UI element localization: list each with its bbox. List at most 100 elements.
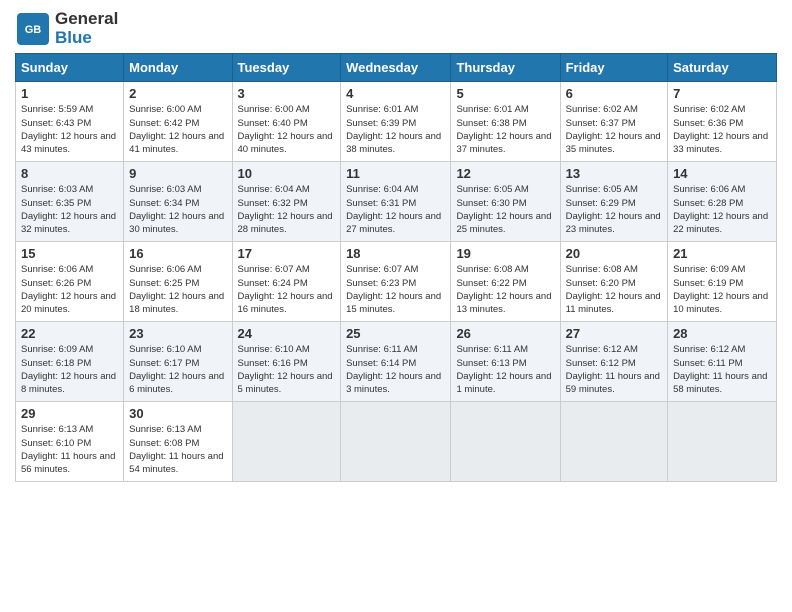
calendar-cell: 22 Sunrise: 6:09 AM Sunset: 6:18 PM Dayl… <box>16 322 124 402</box>
day-number: 8 <box>21 166 118 181</box>
day-info: Sunrise: 6:10 AM Sunset: 6:17 PM Dayligh… <box>129 343 226 396</box>
calendar-cell: 27 Sunrise: 6:12 AM Sunset: 6:12 PM Dayl… <box>560 322 667 402</box>
calendar-cell: 20 Sunrise: 6:08 AM Sunset: 6:20 PM Dayl… <box>560 242 667 322</box>
day-info: Sunrise: 6:11 AM Sunset: 6:14 PM Dayligh… <box>346 343 445 396</box>
day-info: Sunrise: 6:01 AM Sunset: 6:38 PM Dayligh… <box>456 103 554 156</box>
calendar-row: 8 Sunrise: 6:03 AM Sunset: 6:35 PM Dayli… <box>16 162 777 242</box>
svg-text:GB: GB <box>25 24 42 36</box>
calendar-cell: 6 Sunrise: 6:02 AM Sunset: 6:37 PM Dayli… <box>560 82 667 162</box>
day-info: Sunrise: 6:09 AM Sunset: 6:18 PM Dayligh… <box>21 343 118 396</box>
calendar-cell <box>451 402 560 482</box>
day-number: 14 <box>673 166 771 181</box>
calendar-cell: 14 Sunrise: 6:06 AM Sunset: 6:28 PM Dayl… <box>668 162 777 242</box>
day-number: 12 <box>456 166 554 181</box>
day-number: 25 <box>346 326 445 341</box>
day-number: 16 <box>129 246 226 261</box>
calendar-cell: 9 Sunrise: 6:03 AM Sunset: 6:34 PM Dayli… <box>124 162 232 242</box>
day-info: Sunrise: 6:00 AM Sunset: 6:40 PM Dayligh… <box>238 103 336 156</box>
calendar-row: 1 Sunrise: 5:59 AM Sunset: 6:43 PM Dayli… <box>16 82 777 162</box>
day-number: 15 <box>21 246 118 261</box>
day-info: Sunrise: 6:06 AM Sunset: 6:25 PM Dayligh… <box>129 263 226 316</box>
weekday-header-cell: Wednesday <box>341 54 451 82</box>
day-info: Sunrise: 6:08 AM Sunset: 6:20 PM Dayligh… <box>566 263 662 316</box>
logo: GB General Blue <box>15 10 118 47</box>
calendar-cell: 5 Sunrise: 6:01 AM Sunset: 6:38 PM Dayli… <box>451 82 560 162</box>
day-number: 4 <box>346 86 445 101</box>
logo-text: General <box>55 10 118 29</box>
day-number: 28 <box>673 326 771 341</box>
day-info: Sunrise: 6:13 AM Sunset: 6:08 PM Dayligh… <box>129 423 226 476</box>
calendar-cell <box>560 402 667 482</box>
calendar-row: 22 Sunrise: 6:09 AM Sunset: 6:18 PM Dayl… <box>16 322 777 402</box>
day-info: Sunrise: 6:13 AM Sunset: 6:10 PM Dayligh… <box>21 423 118 476</box>
calendar-cell: 15 Sunrise: 6:06 AM Sunset: 6:26 PM Dayl… <box>16 242 124 322</box>
calendar-cell: 30 Sunrise: 6:13 AM Sunset: 6:08 PM Dayl… <box>124 402 232 482</box>
calendar-cell: 7 Sunrise: 6:02 AM Sunset: 6:36 PM Dayli… <box>668 82 777 162</box>
logo-blue-text: Blue <box>55 29 118 48</box>
day-number: 7 <box>673 86 771 101</box>
calendar-cell <box>341 402 451 482</box>
calendar-cell: 12 Sunrise: 6:05 AM Sunset: 6:30 PM Dayl… <box>451 162 560 242</box>
day-info: Sunrise: 6:05 AM Sunset: 6:30 PM Dayligh… <box>456 183 554 236</box>
day-number: 20 <box>566 246 662 261</box>
day-number: 18 <box>346 246 445 261</box>
calendar-cell: 18 Sunrise: 6:07 AM Sunset: 6:23 PM Dayl… <box>341 242 451 322</box>
day-info: Sunrise: 6:02 AM Sunset: 6:37 PM Dayligh… <box>566 103 662 156</box>
day-number: 19 <box>456 246 554 261</box>
day-number: 9 <box>129 166 226 181</box>
calendar-cell: 23 Sunrise: 6:10 AM Sunset: 6:17 PM Dayl… <box>124 322 232 402</box>
calendar-cell <box>668 402 777 482</box>
day-info: Sunrise: 6:11 AM Sunset: 6:13 PM Dayligh… <box>456 343 554 396</box>
day-number: 23 <box>129 326 226 341</box>
day-number: 29 <box>21 406 118 421</box>
day-number: 27 <box>566 326 662 341</box>
calendar-table: SundayMondayTuesdayWednesdayThursdayFrid… <box>15 53 777 482</box>
day-number: 17 <box>238 246 336 261</box>
day-info: Sunrise: 6:08 AM Sunset: 6:22 PM Dayligh… <box>456 263 554 316</box>
calendar-cell: 10 Sunrise: 6:04 AM Sunset: 6:32 PM Dayl… <box>232 162 341 242</box>
day-info: Sunrise: 6:02 AM Sunset: 6:36 PM Dayligh… <box>673 103 771 156</box>
day-info: Sunrise: 6:04 AM Sunset: 6:32 PM Dayligh… <box>238 183 336 236</box>
calendar-row: 29 Sunrise: 6:13 AM Sunset: 6:10 PM Dayl… <box>16 402 777 482</box>
weekday-header-cell: Friday <box>560 54 667 82</box>
day-info: Sunrise: 5:59 AM Sunset: 6:43 PM Dayligh… <box>21 103 118 156</box>
day-info: Sunrise: 6:05 AM Sunset: 6:29 PM Dayligh… <box>566 183 662 236</box>
calendar-cell: 11 Sunrise: 6:04 AM Sunset: 6:31 PM Dayl… <box>341 162 451 242</box>
weekday-header-cell: Tuesday <box>232 54 341 82</box>
day-number: 26 <box>456 326 554 341</box>
day-info: Sunrise: 6:12 AM Sunset: 6:11 PM Dayligh… <box>673 343 771 396</box>
weekday-header-cell: Saturday <box>668 54 777 82</box>
calendar-cell: 21 Sunrise: 6:09 AM Sunset: 6:19 PM Dayl… <box>668 242 777 322</box>
weekday-header-cell: Sunday <box>16 54 124 82</box>
day-info: Sunrise: 6:12 AM Sunset: 6:12 PM Dayligh… <box>566 343 662 396</box>
day-number: 24 <box>238 326 336 341</box>
calendar-cell: 29 Sunrise: 6:13 AM Sunset: 6:10 PM Dayl… <box>16 402 124 482</box>
weekday-header-cell: Thursday <box>451 54 560 82</box>
weekday-header-row: SundayMondayTuesdayWednesdayThursdayFrid… <box>16 54 777 82</box>
day-info: Sunrise: 6:01 AM Sunset: 6:39 PM Dayligh… <box>346 103 445 156</box>
day-number: 3 <box>238 86 336 101</box>
calendar-cell: 19 Sunrise: 6:08 AM Sunset: 6:22 PM Dayl… <box>451 242 560 322</box>
weekday-header-cell: Monday <box>124 54 232 82</box>
day-number: 2 <box>129 86 226 101</box>
header: GB General Blue <box>15 10 777 47</box>
day-number: 11 <box>346 166 445 181</box>
day-number: 1 <box>21 86 118 101</box>
calendar-cell: 2 Sunrise: 6:00 AM Sunset: 6:42 PM Dayli… <box>124 82 232 162</box>
day-info: Sunrise: 6:10 AM Sunset: 6:16 PM Dayligh… <box>238 343 336 396</box>
day-number: 21 <box>673 246 771 261</box>
day-info: Sunrise: 6:04 AM Sunset: 6:31 PM Dayligh… <box>346 183 445 236</box>
calendar-cell: 24 Sunrise: 6:10 AM Sunset: 6:16 PM Dayl… <box>232 322 341 402</box>
day-number: 10 <box>238 166 336 181</box>
page-container: GB General Blue SundayMondayTuesdayWedne… <box>0 0 792 492</box>
day-info: Sunrise: 6:00 AM Sunset: 6:42 PM Dayligh… <box>129 103 226 156</box>
day-info: Sunrise: 6:06 AM Sunset: 6:28 PM Dayligh… <box>673 183 771 236</box>
calendar-row: 15 Sunrise: 6:06 AM Sunset: 6:26 PM Dayl… <box>16 242 777 322</box>
day-number: 5 <box>456 86 554 101</box>
calendar-cell: 13 Sunrise: 6:05 AM Sunset: 6:29 PM Dayl… <box>560 162 667 242</box>
calendar-cell: 25 Sunrise: 6:11 AM Sunset: 6:14 PM Dayl… <box>341 322 451 402</box>
day-info: Sunrise: 6:07 AM Sunset: 6:24 PM Dayligh… <box>238 263 336 316</box>
day-number: 13 <box>566 166 662 181</box>
day-info: Sunrise: 6:07 AM Sunset: 6:23 PM Dayligh… <box>346 263 445 316</box>
calendar-cell <box>232 402 341 482</box>
